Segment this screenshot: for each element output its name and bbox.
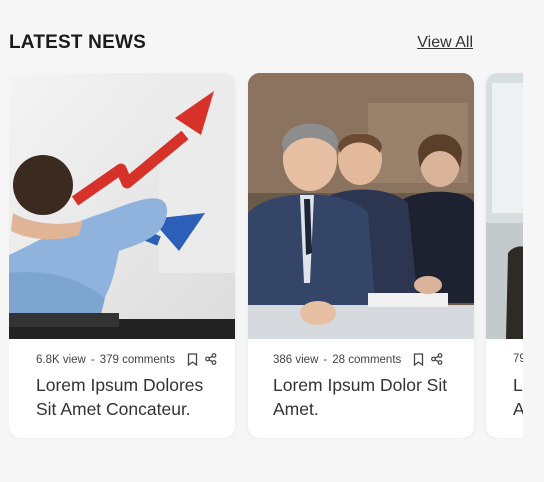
news-meta: 6.8K view - 379 comments [36,353,223,366]
view-count: 79 [513,353,523,365]
meta-separator: - [90,353,95,366]
bookmark-icon[interactable] [187,353,198,366]
comment-count: 28 comments [332,353,402,366]
news-meta: 386 view - 28 comments [273,353,462,366]
view-count: 386 view [273,353,319,366]
news-thumbnail-growth [9,73,235,339]
news-title[interactable]: Lorem Ipsum Dolores Sit Amet [513,373,523,421]
share-icon[interactable] [431,353,443,366]
news-card[interactable]: 79 Lorem Ipsum Dolores Sit Amet [486,73,523,438]
news-card[interactable]: 386 view - 28 comments Lorem Ipsum Dolor… [248,73,474,438]
bookmark-icon[interactable] [413,353,424,366]
section-header: LATEST NEWS View All [9,30,473,56]
news-carousel[interactable]: 6.8K view - 379 comments Lorem Ipsum Dol… [9,73,523,439]
news-title[interactable]: Lorem Ipsum Dolor Sit Amet. [273,373,462,421]
news-thumbnail-meeting [248,73,474,339]
news-meta: 79 [513,353,523,365]
meta-separator: - [323,353,328,366]
news-card[interactable]: 6.8K view - 379 comments Lorem Ipsum Dol… [9,73,235,438]
view-all-link[interactable]: View All [417,34,473,52]
comment-count: 379 comments [99,353,176,366]
section-title: LATEST NEWS [9,32,146,53]
news-title[interactable]: Lorem Ipsum Dolores Sit Amet Concateur. [36,373,223,421]
news-thumbnail-office [486,73,523,339]
view-count: 6.8K view [36,353,86,366]
share-icon[interactable] [205,353,217,366]
